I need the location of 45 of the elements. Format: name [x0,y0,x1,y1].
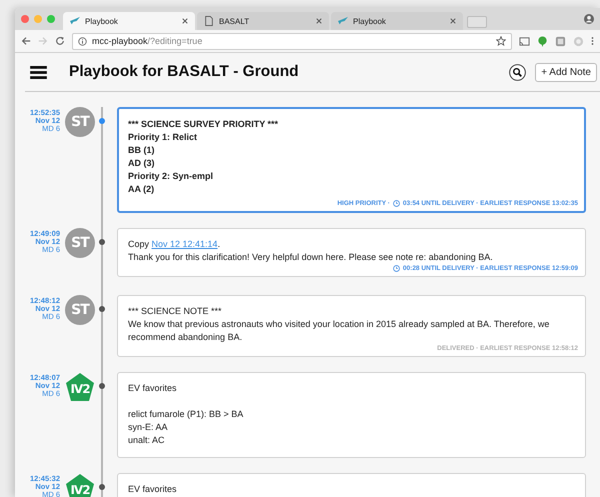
avatar: ST [65,295,95,325]
close-icon[interactable] [182,18,188,24]
extension-icon[interactable] [537,36,548,46]
note-card[interactable]: EV favorites [117,473,586,497]
note-text: EV favorites [128,483,177,496]
add-note-button[interactable]: + Add Note [535,62,597,82]
note-text: Priority 1: Relict [128,131,198,144]
avatar: IV2 [65,372,95,402]
cast-icon[interactable] [519,36,530,46]
page-title: Playbook for BASALT - Ground [69,63,299,81]
note-text: Copy Nov 12 12:41:14. [128,238,220,251]
star-icon[interactable] [496,36,506,46]
browser-tab[interactable]: Playbook [331,12,463,30]
note-text: *** SCIENCE SURVEY PRIORITY *** [128,118,278,131]
note-text: BB (1) [128,144,154,157]
page-icon [204,16,214,26]
avatar: ST [65,107,95,137]
note-text: EV favorites [128,382,177,395]
reload-icon[interactable] [55,36,65,46]
note-text: Priority 2: Syn-empl [128,170,214,183]
avatar: ST [65,228,95,258]
note-text: syn-E: AA [128,421,168,434]
bird-icon [70,16,80,26]
note-card[interactable]: EV favorites relict fumarole (P1): BB > BA syn-E: AA unalt: AC [117,372,586,458]
extension-icon[interactable] [555,36,566,46]
back-arrow-icon[interactable] [21,36,31,46]
note-text: We know that previous astronauts who visited your location in 2015 already sampled at BA. Therefore, we recommend abandoning BA. [128,318,550,344]
browser-tab[interactable]: BASALT [197,12,329,30]
close-icon[interactable] [316,18,322,24]
info-icon[interactable] [78,36,87,46]
note-text: AD (3) [128,157,154,170]
note-text: *** SCIENCE NOTE *** [128,305,222,318]
note-text: unalt: AC [128,434,165,447]
avatar: IV2 [65,473,95,497]
profile-icon[interactable] [584,14,594,24]
note-text: AA (2) [128,183,154,196]
search-icon[interactable] [509,64,526,80]
menu-icon[interactable] [30,66,47,78]
bird-icon [338,16,348,26]
note-text: relict fumarole (P1): BB > BA [128,408,244,421]
browser-tab[interactable]: Playbook [63,12,195,30]
note-text: Thank you for this clarification! Very helpful down here. Please see note re: abandoning BA. [128,251,493,264]
close-icon[interactable] [450,18,456,24]
menu-icon[interactable] [591,36,594,46]
address-bar[interactable]: mcc-playbook/?editing=true [72,32,512,50]
